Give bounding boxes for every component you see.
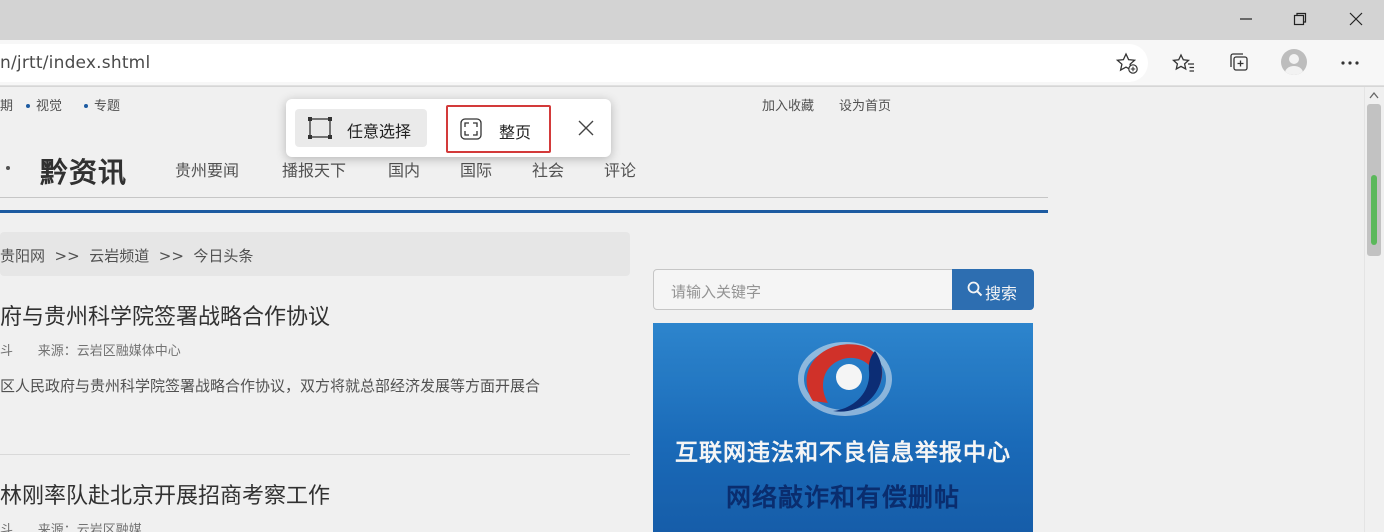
profile-icon	[1285, 54, 1303, 75]
report-center-banner[interactable]: 互联网违法和不良信息举报中心 网络敲诈和有偿删帖	[653, 323, 1033, 532]
browser-toolbar: n/jrtt/index.shtml	[0, 40, 1384, 86]
article-title-1[interactable]: 林刚率队赴北京开展招商考察工作	[0, 478, 330, 510]
close-icon	[1349, 12, 1363, 26]
add-favorite-icon[interactable]	[1114, 50, 1140, 76]
address-text[interactable]: n/jrtt/index.shtml	[0, 53, 150, 73]
nav-divider	[0, 197, 1048, 198]
full-page-button[interactable]: 整页	[446, 105, 551, 153]
profile-avatar[interactable]	[1281, 49, 1307, 75]
nav-item-0[interactable]: 贵州要闻	[175, 157, 239, 181]
report-center-logo	[798, 342, 892, 416]
nav-item-3[interactable]: 国际	[460, 157, 492, 181]
nav-item-1[interactable]: 播报天下	[282, 157, 346, 181]
free-select-label: 任意选择	[347, 122, 412, 141]
bullet-dot	[84, 103, 88, 108]
full-page-icon	[460, 118, 482, 140]
favorites-icon[interactable]	[1171, 50, 1197, 76]
window-close-button[interactable]	[1329, 0, 1383, 38]
search-icon	[967, 281, 983, 297]
more-icon[interactable]	[1337, 50, 1363, 76]
article-summary-0: 区人民政府与贵州科学院签署战略合作协议，双方将就总部经济发展等方面开展合	[0, 377, 541, 395]
web-capture-popup: 任意选择 整页	[286, 99, 611, 157]
nav-item-4[interactable]: 社会	[532, 157, 564, 181]
minimize-button[interactable]	[1219, 0, 1273, 38]
title-bar	[0, 0, 1384, 40]
close-icon[interactable]	[572, 114, 600, 142]
top-link-2[interactable]: 专题	[84, 95, 120, 114]
free-select-button[interactable]: 任意选择	[295, 109, 427, 147]
scrollbar-marker	[1371, 175, 1377, 245]
restore-button[interactable]	[1273, 0, 1327, 38]
breadcrumb[interactable]: 贵阳网 >> 云岩频道 >> 今日头条	[0, 245, 253, 266]
nav-item-2[interactable]: 国内	[388, 157, 420, 181]
article-meta-1: 斗 来源：云岩区融媒	[0, 523, 142, 532]
add-bookmark-link[interactable]: 加入收藏	[762, 95, 814, 114]
search-button[interactable]: 搜索	[952, 269, 1034, 310]
article-divider	[0, 454, 630, 455]
search-placeholder: 请输入关键字	[671, 283, 762, 301]
search-input[interactable]: 请输入关键字	[653, 269, 953, 310]
banner-line-2: 网络敲诈和有偿删帖	[725, 483, 960, 512]
address-bar[interactable]: n/jrtt/index.shtml	[0, 44, 1148, 82]
top-link-label: 专题	[94, 99, 121, 114]
free-select-icon	[308, 117, 332, 139]
bullet-dot	[26, 103, 30, 108]
banner-line-1: 互联网违法和不良信息举报中心	[675, 440, 1011, 466]
minimize-icon	[1240, 18, 1252, 20]
collections-icon[interactable]	[1226, 50, 1252, 76]
search-button-label: 搜索	[985, 284, 1018, 303]
top-link-1[interactable]: 视觉	[26, 95, 62, 114]
set-homepage-link[interactable]: 设为首页	[839, 95, 891, 114]
nav-accent-line	[0, 210, 1048, 213]
nav-item-5[interactable]: 评论	[604, 157, 636, 181]
top-link-label: 视觉	[36, 99, 63, 114]
restore-icon	[1293, 12, 1307, 26]
article-meta-0: 斗 来源：云岩区融媒体中心	[0, 344, 181, 359]
web-page: 期 视觉 专题 加入收藏 设为首页 黔资讯 贵州要闻 播报天下 国内 国际 社会…	[0, 87, 1364, 532]
site-brand[interactable]: 黔资讯	[40, 151, 127, 191]
scroll-up-arrow-icon[interactable]	[1369, 91, 1379, 99]
full-page-label: 整页	[499, 123, 532, 142]
top-link-0[interactable]: 期	[0, 95, 13, 114]
article-title-0[interactable]: 府与贵州科学院签署战略合作协议	[0, 299, 330, 331]
brand-dot	[6, 166, 10, 170]
